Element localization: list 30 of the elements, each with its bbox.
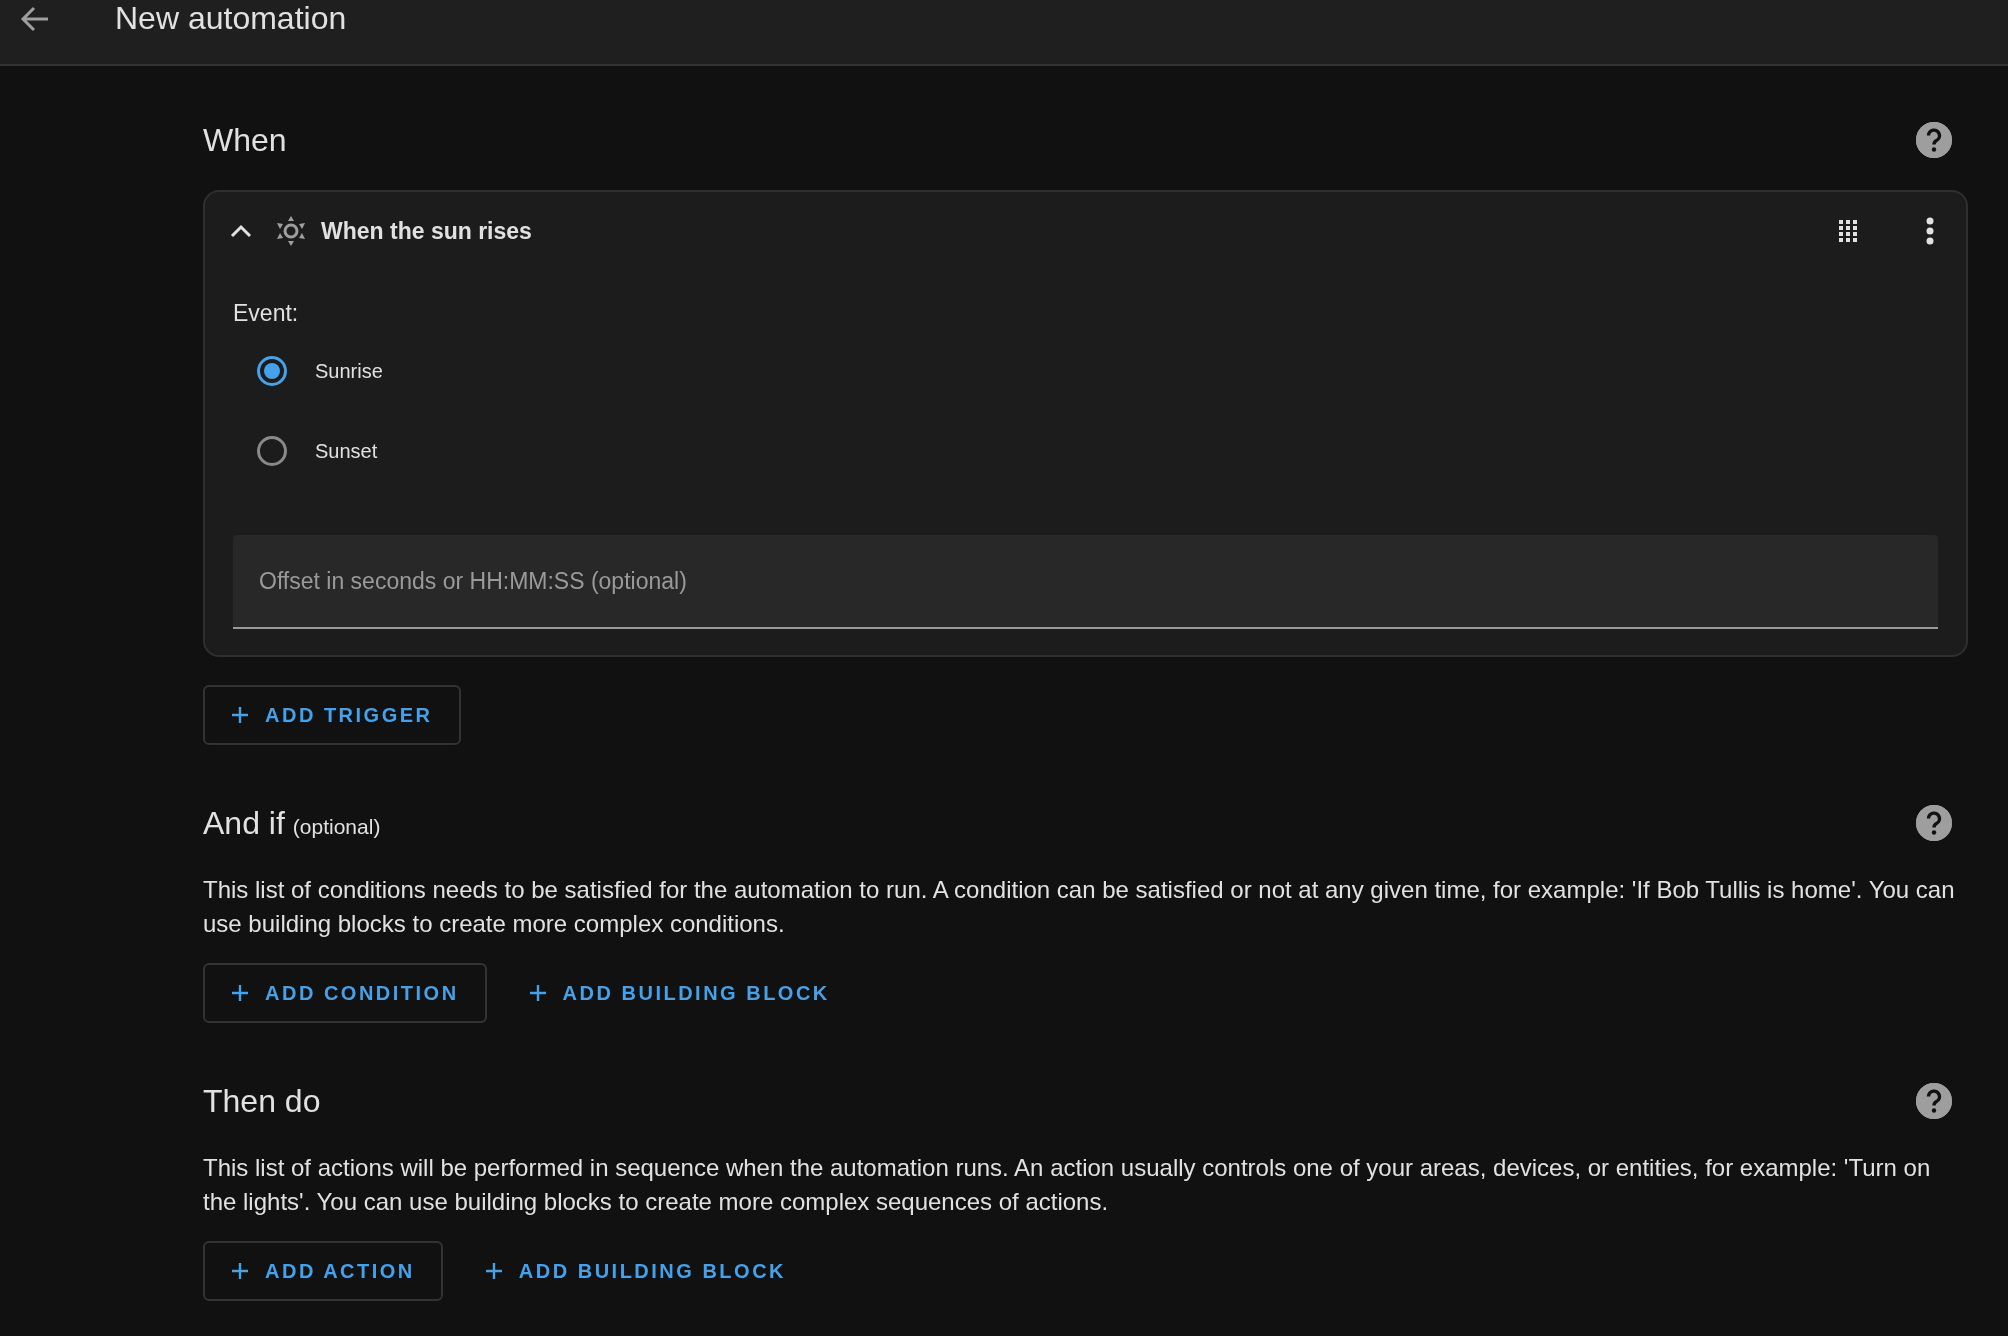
section-description: This list of actions will be performed in sequence when the automation runs. An action usually controls one of your areas, devices, or entities, for example: 'Turn on the lights'. You can use building blocks to create more complex sequences of actions. <box>203 1153 1932 1217</box>
chevron-up-icon <box>230 224 252 238</box>
add-button[interactable]: ADD BUILDING BLOCK <box>500 963 858 1023</box>
plus-icon <box>231 706 249 724</box>
page-title: New automation <box>115 0 347 37</box>
vertical-dots-icon <box>1926 217 1934 245</box>
help-icon[interactable] <box>1916 122 1952 158</box>
plus-icon <box>231 1262 249 1280</box>
add-button[interactable]: ADD CONDITION <box>203 963 487 1023</box>
add-button[interactable]: ADD ACTION <box>203 1241 443 1301</box>
radio-label: Sunset <box>315 439 378 463</box>
section-title: Then do <box>203 1082 321 1120</box>
section-title: When <box>203 121 287 159</box>
help-icon[interactable] <box>1916 805 1952 841</box>
offset-input-field[interactable]: Offset in seconds or HH:MM:SS (optional) <box>233 535 1938 629</box>
trigger-title: When the sun rises <box>321 217 533 245</box>
section-title: And if (optional) <box>203 804 381 842</box>
help-icon[interactable] <box>1916 1083 1952 1119</box>
plus-icon <box>484 1262 503 1280</box>
drag-dots-icon <box>1839 220 1857 242</box>
sun-icon <box>275 215 307 247</box>
radio-button[interactable] <box>257 436 287 466</box>
event-label: Event: <box>233 300 300 327</box>
add-button[interactable]: ADD TRIGGER <box>203 685 461 745</box>
radio-button[interactable] <box>257 356 287 386</box>
plus-icon <box>528 984 547 1002</box>
add-button[interactable]: ADD BUILDING BLOCK <box>456 1241 815 1301</box>
radio-label: Sunrise <box>315 359 383 383</box>
plus-icon <box>231 984 249 1002</box>
section-description: This list of conditions needs to be satisfied for the automation to run. A condition can be satisfied or not at any given time, for example: 'If Bob Tullis is home'. You can use building blocks to create more complex conditions. <box>203 875 1956 939</box>
